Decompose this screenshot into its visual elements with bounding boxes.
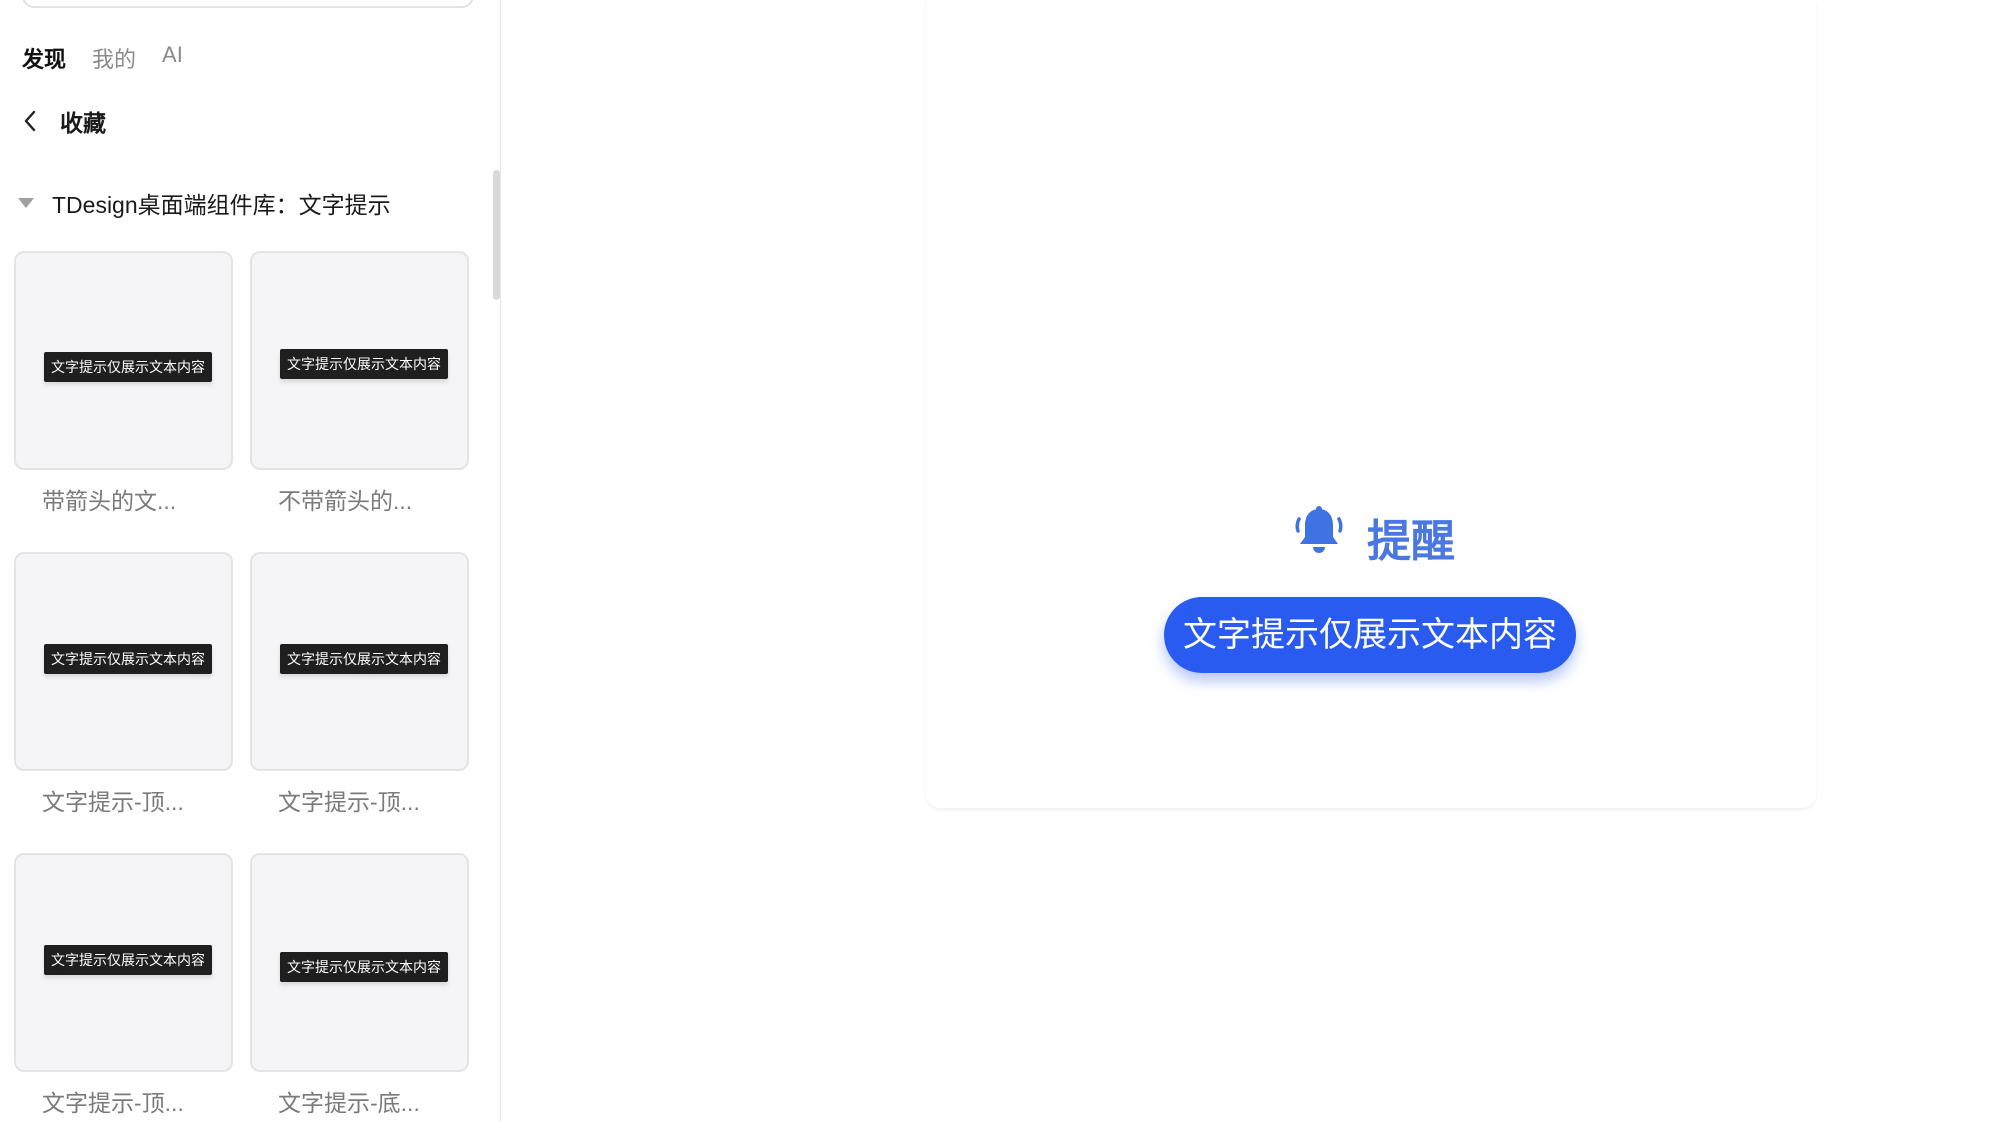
- component-card[interactable]: 文字提示仅展示文本内容 不带箭头的...: [250, 251, 469, 516]
- tooltip-preview: 文字提示仅展示文本内容: [44, 352, 212, 382]
- tooltip-text: 文字提示仅展示文本内容: [287, 651, 441, 667]
- tooltip-arrow: [356, 666, 372, 674]
- card-label: 文字提示-顶...: [42, 1090, 184, 1116]
- card-thumbnail: 文字提示仅展示文本内容: [14, 552, 233, 771]
- component-card[interactable]: 文字提示仅展示文本内容 文字提示-顶...: [14, 552, 233, 817]
- tooltip-preview: 文字提示仅展示文本内容: [280, 644, 448, 674]
- card-thumbnail: 文字提示仅展示文本内容: [250, 552, 469, 771]
- component-card[interactable]: 文字提示仅展示文本内容 带箭头的文...: [14, 251, 233, 516]
- tooltip-preview: 文字提示仅展示文本内容: [280, 349, 448, 379]
- tooltip-arrow: [427, 952, 443, 960]
- card-thumbnail: 文字提示仅展示文本内容: [14, 853, 233, 1072]
- component-card[interactable]: 文字提示仅展示文本内容 文字提示-顶...: [250, 552, 469, 817]
- preview-area: 提醒 文字提示仅展示文本内容: [501, 0, 2002, 1122]
- component-card[interactable]: 文字提示仅展示文本内容 文字提示-顶...: [14, 853, 233, 1118]
- group-header[interactable]: TDesign桌面端组件库：文字提示: [18, 186, 391, 220]
- back-label: 收藏: [60, 110, 106, 136]
- tooltip-text: 文字提示仅展示文本内容: [51, 651, 205, 667]
- bell-icon: [1291, 503, 1347, 570]
- card-label: 文字提示-顶...: [42, 789, 184, 815]
- sidebar-scrollbar[interactable]: [493, 170, 500, 300]
- card-label: 文字提示-底...: [278, 1090, 420, 1116]
- notice-title: 提醒: [1291, 503, 1455, 570]
- group-title: TDesign桌面端组件库：文字提示: [52, 192, 391, 218]
- tooltip-text: 文字提示仅展示文本内容: [287, 356, 441, 372]
- search-input[interactable]: [22, 0, 474, 8]
- component-card[interactable]: 文字提示仅展示文本内容 文字提示-底...: [250, 853, 469, 1118]
- card-thumbnail: 文字提示仅展示文本内容: [250, 853, 469, 1072]
- chevron-left-icon: [22, 109, 38, 133]
- tooltip-preview: 文字提示仅展示文本内容: [280, 952, 448, 982]
- card-thumbnail: 文字提示仅展示文本内容: [14, 251, 233, 470]
- tooltip-text: 文字提示仅展示文本内容: [51, 359, 205, 375]
- tab-discover[interactable]: 发现: [22, 42, 66, 74]
- tooltip-arrow: [191, 352, 207, 360]
- tab-mine[interactable]: 我的: [92, 42, 136, 74]
- card-label: 文字提示-顶...: [278, 789, 420, 815]
- sidebar-tabs: 发现 我的 AI: [22, 42, 183, 74]
- sidebar: 发现 我的 AI 收藏 TDesign桌面端组件库：文字提示 文字提示仅展示文本…: [0, 0, 501, 1122]
- card-label: 不带箭头的...: [278, 488, 413, 514]
- tooltip-preview: 文字提示仅展示文本内容: [44, 644, 212, 674]
- card-thumbnail: 文字提示仅展示文本内容: [250, 251, 469, 470]
- preview-card: [926, 0, 1816, 808]
- tooltip-text: 文字提示仅展示文本内容: [287, 959, 441, 975]
- tooltip-preview: 文字提示仅展示文本内容: [44, 945, 212, 975]
- tab-ai[interactable]: AI: [162, 42, 183, 74]
- back-button[interactable]: 收藏: [22, 104, 106, 138]
- tooltip-arrow: [191, 666, 207, 674]
- tooltip-arrow: [55, 967, 71, 975]
- tooltip-demo: 文字提示仅展示文本内容: [1164, 597, 1576, 673]
- caret-down-icon: [18, 198, 34, 208]
- notice-title-text: 提醒: [1367, 516, 1455, 566]
- app-root: 发现 我的 AI 收藏 TDesign桌面端组件库：文字提示 文字提示仅展示文本…: [0, 0, 2002, 1122]
- tooltip-text: 文字提示仅展示文本内容: [51, 952, 205, 968]
- card-label: 带箭头的文...: [42, 488, 177, 514]
